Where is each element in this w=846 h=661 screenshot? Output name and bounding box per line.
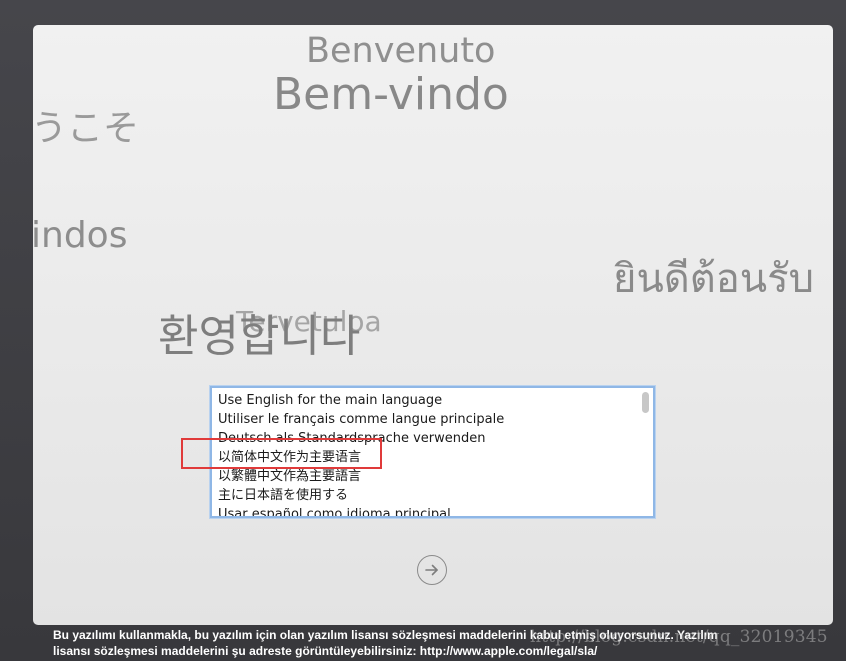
welcome-word-spanish: indos	[33, 215, 128, 256]
welcome-word-italian: Benvenuto	[306, 31, 496, 71]
welcome-word-portuguese: Bem-vindo	[273, 69, 509, 120]
language-option-english[interactable]: Use English for the main language	[218, 391, 442, 410]
language-option-traditional-chinese[interactable]: 以繁體中文作為主要語言	[218, 467, 361, 486]
annotation-highlight-box	[181, 438, 382, 469]
welcome-word-korean: 환영합니다	[158, 311, 361, 362]
next-button[interactable]	[417, 555, 447, 585]
welcome-word-thai: ยินดีต้อนรับ	[613, 256, 814, 302]
welcome-panel: Benvenuto Bem-vindo うこそ indos ยินดีต้อนร…	[33, 25, 833, 625]
language-option-spanish[interactable]: Usar español como idioma principal	[218, 505, 451, 516]
blog-watermark: http://blog.csdn.net/qq_32019345	[530, 627, 828, 647]
language-option-japanese[interactable]: 主に日本語を使用する	[218, 486, 348, 505]
list-scrollbar[interactable]	[642, 392, 649, 413]
language-option-french[interactable]: Utiliser le français comme langue princi…	[218, 410, 504, 429]
installer-screen: Benvenuto Bem-vindo うこそ indos ยินดีต้อนร…	[0, 0, 846, 661]
welcome-word-japanese: うこそ	[33, 108, 140, 149]
